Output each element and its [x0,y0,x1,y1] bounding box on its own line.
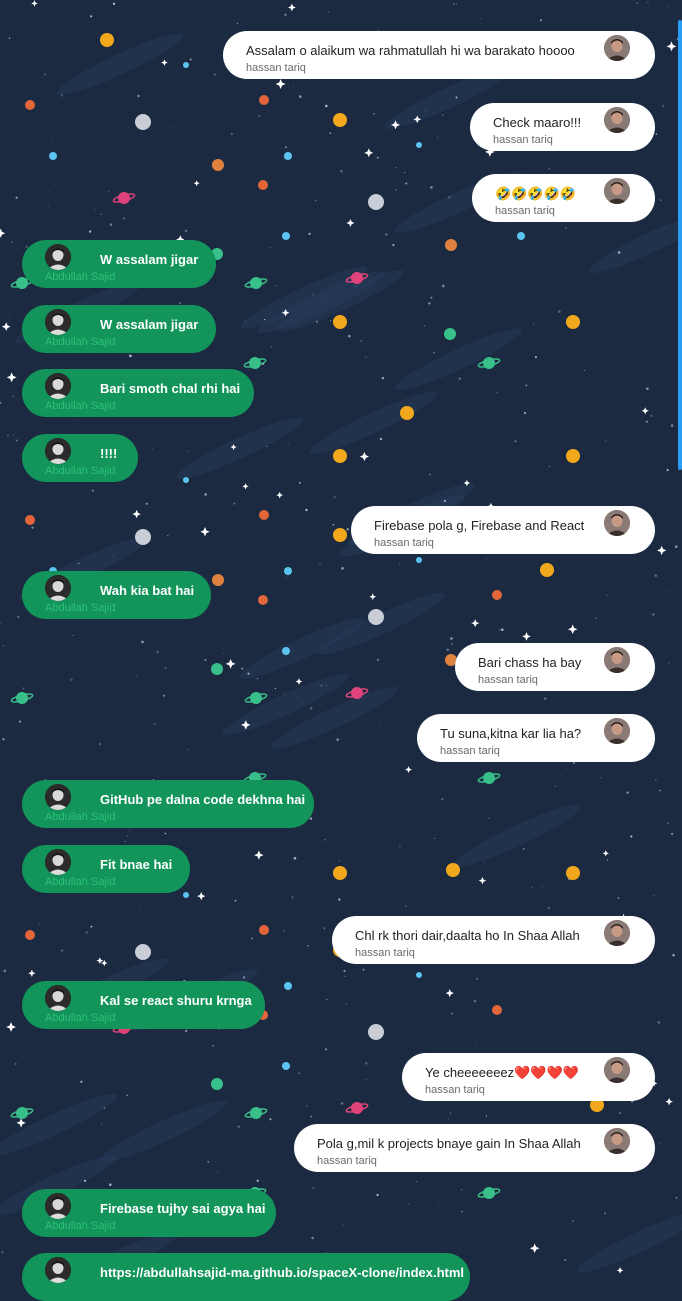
message-text: !!!! [100,446,118,461]
avatar [604,178,630,204]
sender-name: hassan tariq [374,537,434,549]
avatar [45,849,71,875]
sent-message-bubble[interactable]: Chl rk thori dair,daalta ho In Shaa Alla… [332,916,655,964]
avatar [604,510,630,536]
sender-name: hassan tariq [355,947,415,959]
sent-message-bubble[interactable]: Ye cheeeeeeez❤️❤️❤️❤️ hassan tariq [402,1053,655,1101]
message-text: W assalam jigar [100,252,199,267]
message-text: Check maaro!!! [493,115,582,130]
message-text: Assalam o alaikum wa rahmatullah hi wa b… [246,43,575,58]
avatar [45,784,71,810]
message-text: Chl rk thori dair,daalta ho In Shaa Alla… [355,928,580,943]
avatar [604,718,630,744]
received-message-bubble[interactable]: Kal se react shuru krnga Abdullah Sajid [22,981,265,1029]
received-message-bubble[interactable]: https://abdullahsajid-ma.github.io/space… [22,1253,470,1301]
sender-name: Abdullah Sajid [45,1012,116,1024]
sender-name: Abdullah Sajid [45,271,116,283]
avatar [604,107,630,133]
received-message-bubble[interactable]: W assalam jigar Abdullah Sajid [22,305,216,353]
message-text: Bari smoth chal rhi hai [100,381,241,396]
sent-message-bubble[interactable]: Assalam o alaikum wa rahmatullah hi wa b… [223,31,655,79]
sender-name: Abdullah Sajid [45,465,116,477]
message-text: Wah kia bat hai [100,583,195,598]
avatar [45,309,71,335]
message-text: Bari chass ha bay [478,655,582,670]
received-message-bubble[interactable]: GitHub pe dalna code dekhna hai Abdullah … [22,780,314,828]
sender-name: Abdullah Sajid [45,602,116,614]
avatar [604,647,630,673]
message-text: GitHub pe dalna code dekhna hai [100,792,306,807]
sender-name: hassan tariq [425,1084,485,1096]
message-text: Firebase tujhy sai agya hai [100,1201,266,1216]
avatar [45,244,71,270]
received-message-bubble[interactable]: Fit bnae hai Abdullah Sajid [22,845,190,893]
avatar [45,373,71,399]
sent-message-bubble[interactable]: Bari chass ha bay hassan tariq [455,643,655,691]
message-text: Pola g,mil k projects bnaye gain In Shaa… [317,1136,581,1151]
received-message-bubble[interactable]: Firebase tujhy sai agya hai Abdullah Saji… [22,1189,276,1237]
sender-name: Abdullah Sajid [45,336,116,348]
avatar [604,1057,630,1083]
avatar [45,1193,71,1219]
scroll-indicator[interactable] [678,20,682,470]
sent-message-bubble[interactable]: Tu suna,kitna kar lia ha? hassan tariq [417,714,655,762]
message-text: Firebase pola g, Firebase and React [374,518,585,533]
sender-name: hassan tariq [440,745,500,757]
sender-name: Abdullah Sajid [45,811,116,823]
message-text: W assalam jigar [100,317,199,332]
message-text: Ye cheeeeeeez❤️❤️❤️❤️ [425,1065,579,1080]
sender-name: hassan tariq [246,62,306,74]
sender-name: hassan tariq [478,674,538,686]
sent-message-bubble[interactable]: 🤣🤣🤣🤣🤣 hassan tariq [472,174,655,222]
sent-message-bubble[interactable]: Check maaro!!! hassan tariq [470,103,655,151]
received-message-bubble[interactable]: Wah kia bat hai Abdullah Sajid [22,571,211,619]
avatar [45,575,71,601]
avatar [604,920,630,946]
message-text[interactable]: https://abdullahsajid-ma.github.io/space… [100,1265,464,1280]
message-text: Kal se react shuru krnga [100,993,252,1008]
received-message-bubble[interactable]: !!!! Abdullah Sajid [22,434,138,482]
avatar [45,985,71,1011]
avatar [45,438,71,464]
message-text: Fit bnae hai [100,857,173,872]
sender-name: hassan tariq [493,134,553,146]
sender-name: hassan tariq [495,205,555,217]
sent-message-bubble[interactable]: Firebase pola g, Firebase and React hassa… [351,506,655,554]
avatar [604,1128,630,1154]
sender-name: hassan tariq [317,1155,377,1167]
avatar [45,1257,71,1283]
sender-name: Abdullah Sajid [45,1220,116,1232]
sender-name: Abdullah Sajid [45,876,116,888]
message-text: Tu suna,kitna kar lia ha? [440,726,582,741]
received-message-bubble[interactable]: Bari smoth chal rhi hai Abdullah Sajid [22,369,254,417]
message-text: 🤣🤣🤣🤣🤣 [495,186,576,201]
sender-name: Abdullah Sajid [45,400,116,412]
received-message-bubble[interactable]: W assalam jigar Abdullah Sajid [22,240,216,288]
sent-message-bubble[interactable]: Pola g,mil k projects bnaye gain In Shaa… [294,1124,655,1172]
avatar [604,35,630,61]
